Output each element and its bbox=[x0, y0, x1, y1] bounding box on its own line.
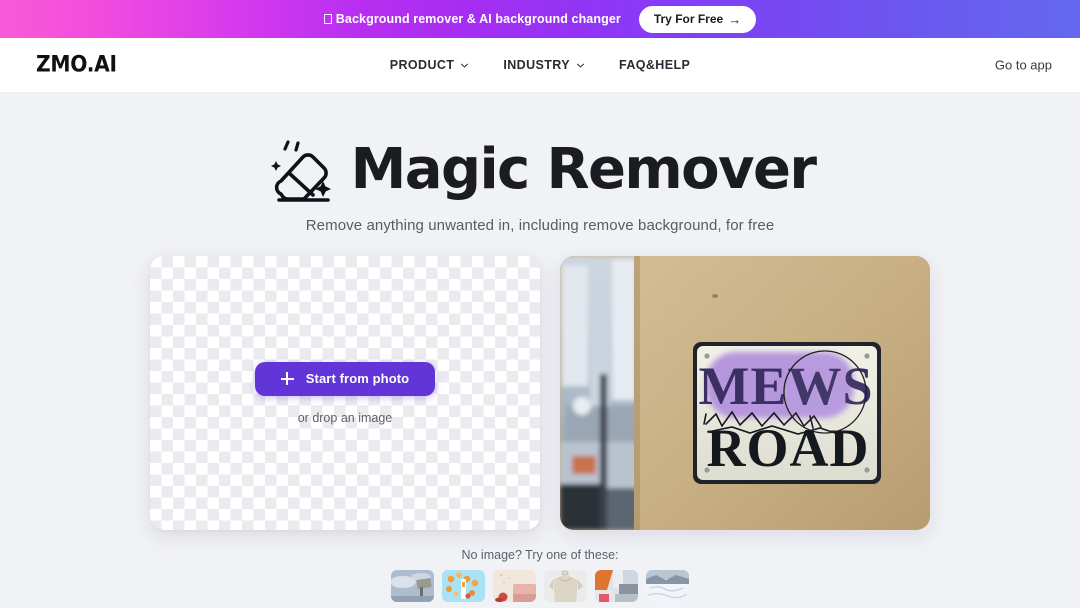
chevron-down-icon bbox=[460, 61, 469, 70]
hero-title-row: Magic Remover bbox=[0, 137, 1080, 203]
nav-item-industry[interactable]: INDUSTRY bbox=[503, 58, 585, 72]
nav-item-industry-label: INDUSTRY bbox=[503, 58, 570, 72]
promo-banner: Background remover & AI background chang… bbox=[0, 0, 1080, 38]
promo-banner-text: Background remover & AI background chang… bbox=[323, 12, 621, 26]
navbar: ZMO.AI PRODUCT INDUSTRY FAQ&HELP Go to a… bbox=[0, 38, 1080, 93]
eraser-sparkle-icon bbox=[265, 137, 337, 203]
promo-banner-content: Background remover & AI background chang… bbox=[323, 5, 757, 33]
logo-zmo-ai[interactable]: ZMO.AI bbox=[36, 53, 117, 78]
sample-thumb-confetti-balloons[interactable] bbox=[442, 570, 485, 602]
sample-images-section: No image? Try one of these: bbox=[0, 548, 1080, 602]
panels-row: Start from photo or drop an image MEWS R… bbox=[150, 256, 930, 530]
try-for-free-label: Try For Free bbox=[653, 12, 724, 26]
nav-item-faq-help[interactable]: FAQ&HELP bbox=[619, 58, 690, 72]
nav-item-product-label: PRODUCT bbox=[389, 58, 455, 72]
go-to-app-link[interactable]: Go to app bbox=[995, 58, 1052, 73]
page-title: Magic Remover bbox=[350, 137, 817, 202]
arrow-right-icon: → bbox=[728, 11, 742, 27]
nav-item-product[interactable]: PRODUCT bbox=[390, 58, 470, 72]
start-from-photo-button[interactable]: Start from photo bbox=[254, 361, 436, 396]
sample-thumb-hanging-shirt[interactable] bbox=[544, 570, 587, 602]
sample-thumb-interior-room[interactable] bbox=[595, 570, 638, 602]
upload-dropzone[interactable]: Start from photo or drop an image bbox=[150, 256, 540, 530]
nav-item-faq-help-label: FAQ&HELP bbox=[618, 58, 691, 72]
missing-glyph-box-icon bbox=[323, 14, 332, 24]
nav-links: PRODUCT INDUSTRY FAQ&HELP bbox=[390, 58, 691, 72]
promo-banner-message: Background remover & AI background chang… bbox=[335, 12, 621, 26]
sample-thumb-sky-mailbox[interactable] bbox=[391, 570, 434, 602]
chevron-down-icon bbox=[576, 61, 585, 70]
try-for-free-button[interactable]: Try For Free → bbox=[638, 5, 757, 33]
plus-icon bbox=[280, 372, 294, 385]
drop-image-hint: or drop an image bbox=[297, 410, 393, 425]
sample-thumb-beige-product[interactable] bbox=[493, 570, 536, 602]
sample-images-label: No image? Try one of these: bbox=[461, 548, 619, 562]
start-from-photo-label: Start from photo bbox=[305, 371, 410, 386]
demo-preview-image[interactable]: MEWS ROAD bbox=[560, 256, 930, 530]
sample-thumb-snow-landscape[interactable] bbox=[646, 570, 689, 602]
sample-thumbnail-row bbox=[0, 570, 1080, 602]
hero-subtitle: Remove anything unwanted in, including r… bbox=[305, 217, 775, 234]
hero-section: Magic Remover Remove anything unwanted i… bbox=[0, 93, 1080, 234]
